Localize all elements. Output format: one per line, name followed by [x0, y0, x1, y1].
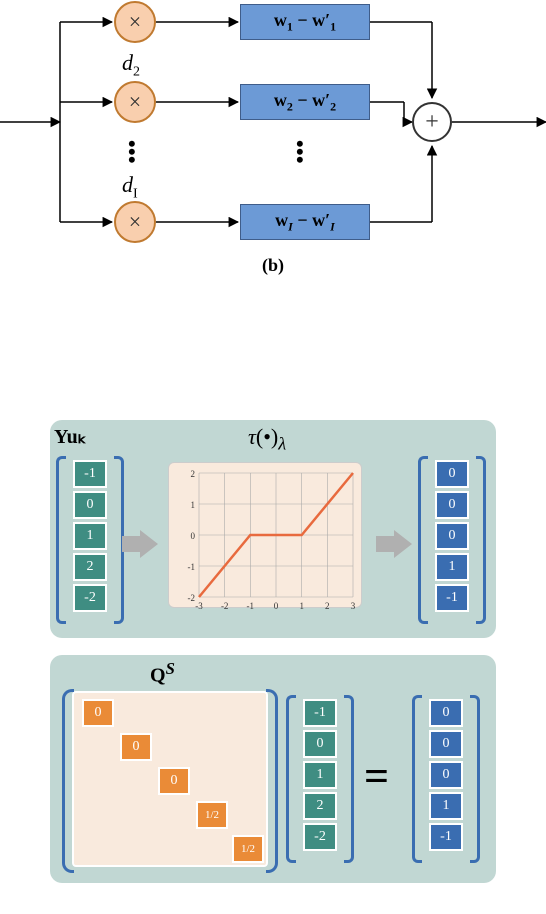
vec-cell: 0: [429, 761, 463, 789]
qvec-in-bracket: -1 0 1 2 -2: [294, 699, 346, 859]
svg-text:1: 1: [299, 601, 304, 609]
caption-b: (b): [0, 255, 546, 276]
tau-label: τ(•)λ: [248, 424, 286, 454]
vec-cell: -1: [73, 460, 107, 488]
vec-cell: -1: [303, 699, 337, 727]
q-panel: QS 0 0 0 1/2 1/2 -1 0 1 2 -2 = 0: [50, 655, 496, 883]
yu-label: Yuₖ: [54, 424, 86, 449]
vec-cell: 0: [429, 730, 463, 758]
vec-cell: -1: [429, 823, 463, 851]
arrow-right-icon: [122, 530, 158, 558]
weight-label-2: w2 − w′2: [274, 90, 336, 115]
vec-cell: 0: [429, 699, 463, 727]
diag-cell: 0: [158, 767, 190, 795]
vec-cell: -2: [303, 823, 337, 851]
vec-cell: 0: [303, 730, 337, 758]
vec-cell: 0: [435, 460, 469, 488]
vec-cell: 1: [73, 522, 107, 550]
equals: =: [364, 751, 389, 802]
qvec-out-bracket: 0 0 0 1 -1: [420, 699, 472, 859]
vertical-dots-left: •••: [128, 140, 136, 164]
vec-cell: 1: [435, 553, 469, 581]
multiply-node-1: ×: [114, 1, 156, 43]
svg-text:-2: -2: [188, 593, 196, 603]
weight-box-1: w1 − w′1: [240, 4, 370, 40]
multiply-node-2: ×: [114, 81, 156, 123]
input-vector-bracket: -1 0 1 2 -2: [64, 460, 116, 620]
svg-text:-3: -3: [195, 601, 203, 609]
svg-text:0: 0: [191, 531, 196, 541]
d-label-2: d2: [122, 50, 140, 80]
output-vector-bracket: 0 0 0 1 -1: [426, 460, 478, 620]
svg-text:-1: -1: [247, 601, 255, 609]
d-label-I: dI: [122, 172, 138, 202]
multiply-icon: ×: [129, 9, 141, 35]
multiply-node-I: ×: [114, 201, 156, 243]
svg-text:1: 1: [191, 500, 196, 510]
svg-text:-2: -2: [221, 601, 229, 609]
vec-cell: -1: [435, 584, 469, 612]
weight-box-I: wI − w′I: [240, 204, 370, 240]
multiply-icon: ×: [129, 209, 141, 235]
diag-cell: 1/2: [196, 801, 228, 829]
vertical-dots-right: •••: [296, 140, 304, 164]
q-matrix: 0 0 0 1/2 1/2: [72, 691, 268, 867]
sum-node: +: [412, 102, 452, 142]
arrow-right-icon: [376, 530, 412, 558]
svg-text:2: 2: [325, 601, 330, 609]
weight-label-I: wI − w′I: [275, 210, 335, 235]
tau-chart: 2 1 0 -1 -2 -3 -2 -1 0 1 2 3: [168, 462, 362, 608]
tau-panel: Yuₖ τ(•)λ -1 0 1 2 -2: [50, 420, 496, 638]
svg-text:0: 0: [274, 601, 279, 609]
diag-cell: 0: [120, 733, 152, 761]
svg-text:2: 2: [191, 469, 196, 479]
weight-box-2: w2 − w′2: [240, 84, 370, 120]
plus-icon: +: [425, 109, 439, 136]
vec-cell: 0: [73, 491, 107, 519]
q-label: QS: [150, 659, 175, 688]
weight-label-1: w1 − w′1: [274, 10, 336, 35]
multiply-icon: ×: [129, 89, 141, 115]
chart-svg: 2 1 0 -1 -2 -3 -2 -1 0 1 2 3: [169, 463, 363, 609]
vec-cell: 0: [435, 491, 469, 519]
diag-cell: 1/2: [232, 835, 264, 863]
vec-cell: 1: [429, 792, 463, 820]
vec-cell: 0: [435, 522, 469, 550]
svg-text:3: 3: [351, 601, 356, 609]
svg-text:-1: -1: [188, 562, 196, 572]
vec-cell: 1: [303, 761, 337, 789]
vec-cell: -2: [73, 584, 107, 612]
diag-cell: 0: [82, 699, 114, 727]
vec-cell: 2: [73, 553, 107, 581]
vec-cell: 2: [303, 792, 337, 820]
